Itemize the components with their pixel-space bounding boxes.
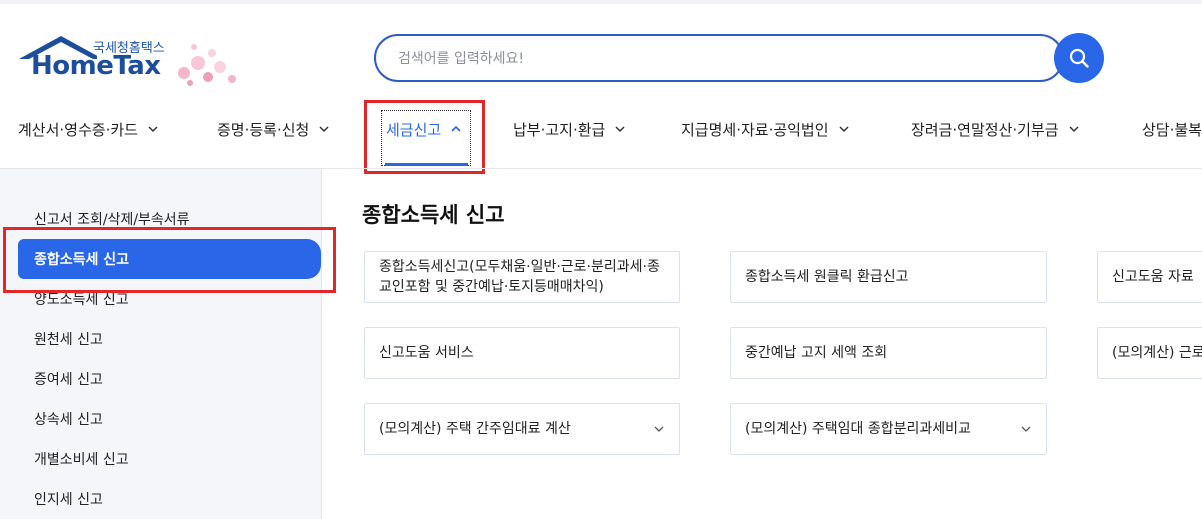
gnb-label: 납부·고지·환급 bbox=[513, 120, 606, 139]
card-filing-help-data[interactable]: 신고도움 자료 bbox=[1097, 251, 1202, 303]
gnb-payment-refund[interactable]: 납부·고지·환급 bbox=[513, 100, 627, 158]
search-button[interactable] bbox=[1054, 33, 1104, 83]
highlight-box-sidebar bbox=[3, 227, 336, 293]
highlight-box-gnb bbox=[364, 100, 485, 174]
chevron-down-icon bbox=[1069, 126, 1079, 133]
card-label: 신고도움 자료 bbox=[1112, 268, 1194, 285]
chevron-down-icon bbox=[1021, 426, 1031, 432]
brand-english: HomeTax bbox=[31, 51, 161, 81]
card-label: 종합소득세신고(모두채움·일반·근로·분리과세·종교인포함 및 중간예납·토지등… bbox=[379, 258, 660, 295]
card-mock-rental-comparison[interactable]: (모의계산) 주택임대 종합분리과세비교 bbox=[730, 403, 1047, 455]
card-filing-help-service[interactable]: 신고도움 서비스 bbox=[364, 327, 680, 379]
sidebar-item-withholding-tax[interactable]: 원천세 신고 bbox=[34, 329, 103, 349]
card-label: 신고도움 서비스 bbox=[379, 344, 474, 361]
card-mock-calc-earned[interactable]: (모의계산) 근로 bbox=[1097, 327, 1202, 379]
page-title: 종합소득세 신고 bbox=[362, 203, 505, 227]
cherry-blossom-icon bbox=[178, 44, 236, 86]
gnb-payment-statement[interactable]: 지급명세·자료·공익법인 bbox=[681, 100, 851, 158]
hometax-logo[interactable]: 국세청홈택스 HomeTax bbox=[17, 33, 257, 93]
gnb-label: 장려금·연말정산·기부금 bbox=[911, 120, 1059, 139]
sidebar-item-return-inquiry[interactable]: 신고서 조회/삭제/부속서류 bbox=[34, 209, 190, 229]
sidebar-item-excise-tax[interactable]: 개별소비세 신고 bbox=[34, 449, 129, 469]
gnb-incentive-yearend[interactable]: 장려금·연말정산·기부금 bbox=[911, 100, 1081, 158]
top-strip bbox=[0, 0, 1202, 4]
chevron-down-icon bbox=[319, 126, 329, 133]
card-income-tax-filing[interactable]: 종합소득세신고(모두채움·일반·근로·분리과세·종교인포함 및 중간예납·토지등… bbox=[364, 251, 680, 303]
search-icon bbox=[1069, 48, 1089, 68]
search-input[interactable] bbox=[396, 46, 1040, 72]
sidebar-item-stamp-tax[interactable]: 인지세 신고 bbox=[34, 489, 103, 509]
chevron-down-icon bbox=[839, 126, 849, 133]
gnb-invoice-receipt-card[interactable]: 계산서·영수증·카드 bbox=[18, 100, 160, 158]
card-oneclick-refund[interactable]: 종합소득세 원클릭 환급신고 bbox=[730, 251, 1047, 303]
gnb-certificate-registration[interactable]: 증명·등록·신청 bbox=[217, 100, 331, 158]
card-label: (모의계산) 주택임대 종합분리과세비교 bbox=[745, 420, 971, 437]
sidebar-item-inheritance-tax[interactable]: 상속세 신고 bbox=[34, 409, 103, 429]
card-interim-prepayment-inquiry[interactable]: 중간예납 고지 세액 조회 bbox=[730, 327, 1047, 379]
gnb-label: 계산서·영수증·카드 bbox=[18, 120, 138, 139]
card-label: 종합소득세 원클릭 환급신고 bbox=[745, 268, 909, 285]
gnb-consult-appeal[interactable]: 상담·불복 bbox=[1142, 100, 1202, 158]
chevron-down-icon bbox=[615, 126, 625, 133]
chevron-down-icon bbox=[148, 126, 158, 133]
card-label: (모의계산) 주택 간주임대료 계산 bbox=[379, 420, 571, 437]
sidebar-item-gift-tax[interactable]: 증여세 신고 bbox=[34, 369, 103, 389]
gnb-label: 상담·불복 bbox=[1142, 120, 1202, 139]
global-nav: 계산서·영수증·카드 증명·등록·신청 세금신고 납부·고지·환급 지급명세·자… bbox=[0, 100, 1202, 160]
card-label: 중간예납 고지 세액 조회 bbox=[745, 344, 888, 361]
card-mock-deemed-rent[interactable]: (모의계산) 주택 간주임대료 계산 bbox=[364, 403, 680, 455]
gnb-label: 증명·등록·신청 bbox=[217, 120, 310, 139]
search-box[interactable] bbox=[374, 34, 1064, 82]
card-label: (모의계산) 근로 bbox=[1112, 344, 1202, 361]
chevron-down-icon bbox=[654, 426, 664, 432]
gnb-label: 지급명세·자료·공익법인 bbox=[681, 120, 829, 139]
